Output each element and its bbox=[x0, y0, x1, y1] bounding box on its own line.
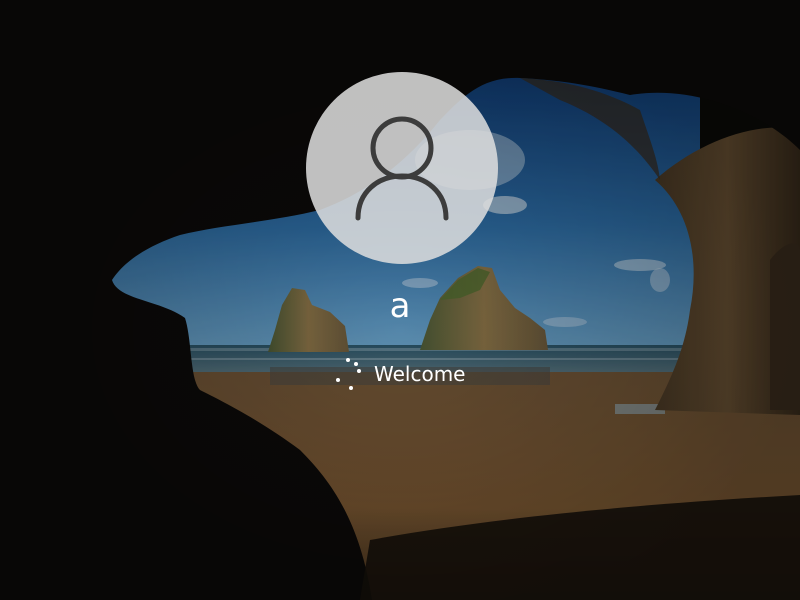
status-text: Welcome bbox=[374, 362, 466, 386]
sign-in-status: Welcome bbox=[332, 354, 465, 394]
loading-spinner-icon bbox=[332, 356, 364, 392]
user-silhouette-icon bbox=[355, 116, 449, 221]
lock-screen: a Welcome bbox=[0, 0, 800, 600]
user-avatar bbox=[306, 72, 498, 264]
user-name: a bbox=[389, 286, 411, 326]
